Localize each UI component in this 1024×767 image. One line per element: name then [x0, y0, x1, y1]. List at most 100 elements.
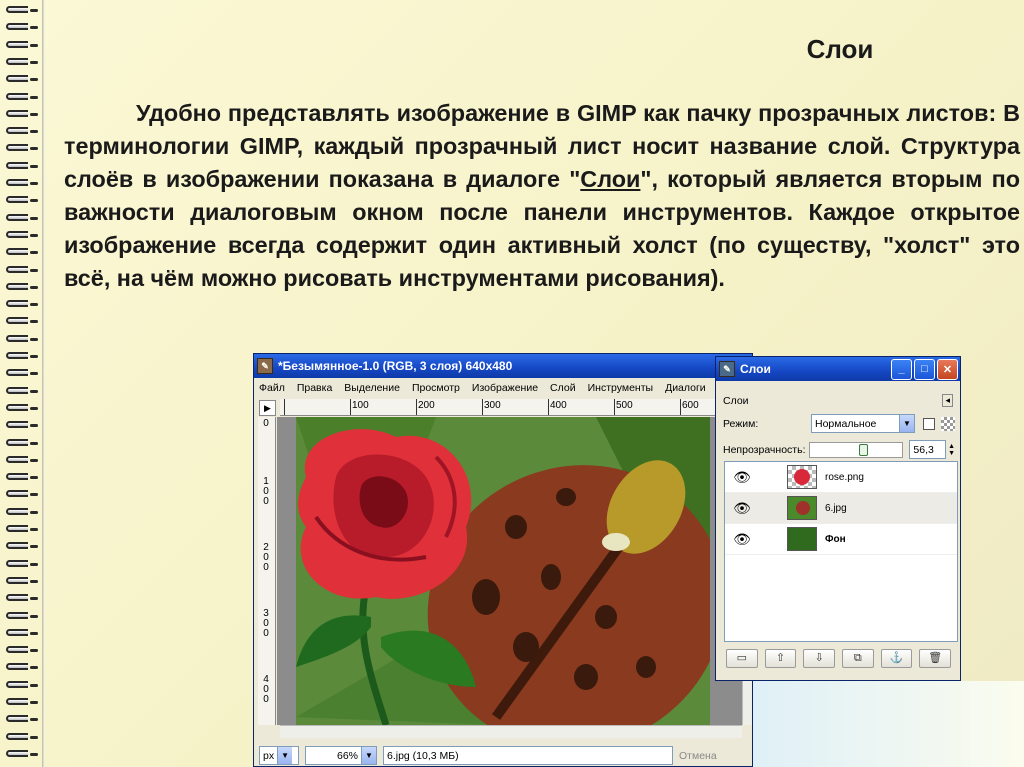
- image-window-title: *Безымянное-1.0 (RGB, 3 слоя) 640x480: [278, 359, 513, 373]
- spiral-ring: [6, 507, 38, 515]
- gimp-app-icon: ✎: [719, 361, 735, 377]
- eye-icon[interactable]: 👁: [725, 469, 759, 486]
- image-canvas[interactable]: [277, 417, 742, 725]
- opacity-slider-thumb[interactable]: [859, 443, 869, 456]
- minimize-button[interactable]: _: [891, 358, 912, 380]
- spiral-ring: [6, 109, 38, 117]
- layer-row-6jpg[interactable]: 👁 6.jpg: [725, 493, 957, 524]
- unit-select[interactable]: px ▼: [259, 746, 299, 765]
- spiral-ring: [6, 403, 38, 411]
- spiral-ring: [6, 265, 38, 273]
- anchor-layer-icon[interactable]: ⚓: [880, 649, 913, 668]
- spiral-ring: [6, 680, 38, 688]
- spiral-ring: [6, 300, 38, 308]
- opacity-slider[interactable]: [809, 441, 904, 458]
- layers-dialog: ✎ Слои _ □ ✕ Слои ◂ Режим: Нормальное ▼ Н…: [715, 356, 961, 681]
- layer-thumbnail: [787, 496, 817, 520]
- layer-name: 6.jpg: [825, 502, 847, 514]
- spiral-ring: [6, 161, 38, 169]
- mode-select[interactable]: Нормальное ▼: [811, 414, 915, 433]
- layers-dialog-title: Слои: [740, 362, 771, 376]
- spiral-ring: [6, 386, 38, 394]
- chevron-down-icon: ▼: [899, 415, 914, 432]
- menu-image[interactable]: Изображение: [472, 382, 538, 394]
- spiral-ring: [6, 490, 38, 498]
- layer-row-rose[interactable]: 👁 rose.png: [725, 462, 957, 493]
- tab-menu-icon[interactable]: ◂: [942, 394, 953, 407]
- menu-dialogs[interactable]: Диалоги: [665, 382, 706, 394]
- chevron-down-icon: ▼: [361, 747, 376, 764]
- opacity-label: Непрозрачность:: [723, 443, 806, 456]
- zoom-select[interactable]: 66% ▼: [305, 746, 377, 765]
- spiral-ring: [6, 473, 38, 481]
- close-button[interactable]: ✕: [937, 358, 958, 380]
- new-layer-icon[interactable]: ▭: [726, 649, 758, 668]
- layer-name: Фон: [825, 533, 846, 545]
- spiral-ring: [6, 248, 38, 256]
- spiral-ring: [6, 576, 38, 584]
- duplicate-layer-icon[interactable]: ⧉: [842, 649, 874, 668]
- ruler-label: 500: [616, 400, 633, 411]
- spiral-ring: [6, 611, 38, 619]
- raise-layer-icon[interactable]: ⇧: [764, 649, 797, 668]
- ruler-label: 400: [263, 674, 269, 705]
- spiral-ring: [6, 57, 38, 65]
- image-menubar: Файл Правка Выделение Просмотр Изображен…: [254, 378, 752, 397]
- layers-list[interactable]: 👁 rose.png 👁 6.jpg 👁 Фон: [724, 461, 958, 642]
- spiral-ring: [6, 92, 38, 100]
- layer-name: rose.png: [825, 471, 864, 483]
- spiral-ring: [6, 525, 38, 532]
- layer-thumbnail: [787, 527, 817, 551]
- menu-view[interactable]: Просмотр: [412, 382, 460, 394]
- keep-transparency-checkbox[interactable]: [923, 417, 935, 430]
- horizontal-ruler[interactable]: 100 200 300 400 500 600: [280, 399, 752, 416]
- spiral-ring: [6, 196, 38, 204]
- eye-icon[interactable]: 👁: [725, 531, 759, 548]
- quick-mask-corner-button[interactable]: ▶: [259, 400, 276, 416]
- zoom-value: 66%: [336, 749, 358, 762]
- gimp-image-window: ✎ *Безымянное-1.0 (RGB, 3 слоя) 640x480 …: [253, 353, 753, 767]
- spiral-ring: [6, 559, 38, 567]
- spiral-ring: [6, 352, 38, 359]
- spiral-ring: [6, 144, 38, 152]
- eye-icon[interactable]: 👁: [725, 500, 759, 517]
- layer-row-background[interactable]: 👁 Фон: [725, 524, 957, 555]
- menu-layer[interactable]: Слой: [550, 382, 576, 394]
- composite-image: [296, 417, 710, 725]
- spiral-ring: [6, 455, 38, 463]
- spiral-ring: [6, 213, 38, 221]
- lower-layer-icon[interactable]: ⇩: [803, 649, 836, 668]
- image-window-titlebar[interactable]: ✎ *Безымянное-1.0 (RGB, 3 слоя) 640x480 …: [254, 354, 752, 378]
- ruler-label: 300: [484, 400, 501, 411]
- layers-dialog-link[interactable]: Слои: [580, 166, 640, 192]
- desktop-background: [753, 681, 1024, 767]
- unit-value: px: [263, 749, 275, 762]
- status-text: 6.jpg (10,3 МБ): [387, 749, 459, 762]
- menu-select[interactable]: Выделение: [344, 382, 400, 394]
- spiral-ring: [6, 663, 38, 671]
- vertical-ruler[interactable]: 0 100 200 300 400: [258, 417, 276, 725]
- spiral-ring: [6, 698, 38, 705]
- spiral-ring: [6, 40, 38, 48]
- maximize-button[interactable]: □: [914, 358, 935, 380]
- ruler-label: 600: [682, 400, 699, 411]
- spiral-ring: [6, 179, 38, 186]
- horizontal-scrollbar[interactable]: [280, 725, 742, 738]
- spiral-ring: [6, 542, 38, 550]
- spiral-ring: [6, 438, 38, 446]
- spin-arrows-icon[interactable]: ▲ ▼: [948, 443, 955, 457]
- menu-tools[interactable]: Инструменты: [588, 382, 653, 394]
- layers-dialog-titlebar[interactable]: ✎ Слои _ □ ✕: [716, 357, 960, 381]
- opacity-spin[interactable]: 56,3: [909, 440, 947, 459]
- spiral-ring: [6, 369, 38, 377]
- menu-file[interactable]: Файл: [259, 382, 285, 394]
- ruler-label: 0: [263, 418, 269, 429]
- spiral-ring: [6, 23, 38, 31]
- mode-value: Нормальное: [815, 417, 877, 430]
- ruler-label: 100: [352, 400, 369, 411]
- spiral-ring: [6, 749, 38, 757]
- cancel-button[interactable]: Отмена: [679, 750, 717, 762]
- delete-layer-icon[interactable]: 🗑: [919, 649, 952, 668]
- spiral-ring: [6, 628, 38, 636]
- menu-edit[interactable]: Правка: [297, 382, 332, 394]
